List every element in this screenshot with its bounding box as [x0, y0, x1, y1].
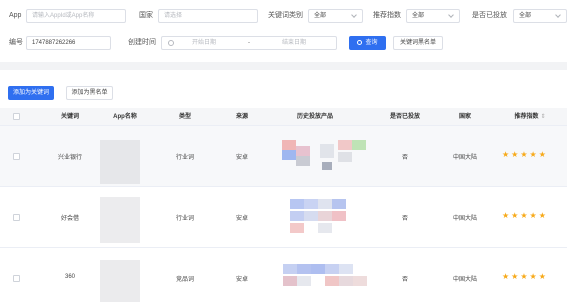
column-source: 来源	[235, 114, 248, 120]
id-label: 编号	[9, 39, 23, 46]
calendar-icon	[168, 40, 174, 46]
row-checkbox[interactable]	[13, 153, 20, 160]
cell-placed: 否	[401, 155, 408, 161]
cell-keyword: 兴业银行	[57, 155, 82, 161]
column-country: 国家	[458, 114, 471, 120]
cell-source: 安卓	[235, 155, 248, 161]
date-start-input[interactable]: 开始日期	[192, 37, 216, 49]
country-label: 国家	[139, 12, 153, 19]
app-name-blurred	[100, 197, 140, 243]
cell-country: 中国大陆	[452, 155, 477, 161]
cell-country: 中国大陆	[452, 216, 477, 222]
cell-keyword: 360	[64, 274, 75, 280]
cell-keyword: 好会借	[60, 216, 79, 222]
date-end-input[interactable]: 结束日期	[282, 37, 306, 49]
column-history-products: 历史投放产品	[296, 114, 333, 120]
cell-type: 行业词	[175, 216, 194, 222]
table-row[interactable]: 兴业银行 行业词 安卓 否 中国大陆 ★★★★★	[0, 126, 567, 187]
cell-type: 竞品词	[175, 277, 194, 283]
table-row[interactable]: 360 竞品词 安卓 否 中国大陆 ★★★★★	[0, 248, 567, 302]
cell-placed: 否	[401, 277, 408, 283]
history-products-pixelated	[282, 140, 377, 176]
add-keyword-button[interactable]: 添加为关键词	[8, 86, 54, 100]
select-all-checkbox[interactable]	[13, 113, 20, 120]
history-products-pixelated	[283, 264, 373, 302]
created-label: 创建时间	[128, 39, 156, 46]
blacklist-button[interactable]: 关键词黑名单	[393, 36, 443, 50]
app-search-input[interactable]: 请输入AppId或App名称	[26, 9, 126, 23]
column-placed: 是否已投放	[389, 114, 420, 120]
placed-value: 全部	[519, 13, 532, 19]
recommend-select[interactable]: 全部	[406, 9, 460, 23]
recommend-label: 推荐指数	[373, 12, 401, 19]
cell-placed: 否	[401, 216, 408, 222]
cell-source: 安卓	[235, 277, 248, 283]
sort-icon[interactable]: ⇕	[540, 108, 545, 126]
country-select[interactable]: 请选择	[158, 9, 258, 23]
query-button[interactable]: 查询	[349, 36, 386, 50]
query-button-label: 查询	[365, 40, 378, 46]
section-divider	[0, 62, 567, 70]
column-keyword: 关键词	[60, 114, 79, 120]
table-header: 关键词 App名称 类型 来源 历史投放产品 是否已投放 国家 推荐指数 ⇕	[0, 108, 567, 126]
rating-stars: ★★★★★	[502, 272, 548, 281]
rating-stars: ★★★★★	[502, 211, 548, 220]
chevron-down-icon	[351, 12, 357, 18]
keyword-type-label: 关键词类别	[268, 12, 303, 19]
date-range-picker[interactable]: 开始日期 - 结束日期	[161, 36, 337, 50]
chevron-down-icon	[448, 12, 454, 18]
chevron-down-icon	[555, 12, 561, 18]
cell-source: 安卓	[235, 216, 248, 222]
table-row[interactable]: 好会借 行业词 安卓 否 中国大陆 ★★★★★	[0, 187, 567, 248]
app-name-blurred	[100, 260, 140, 302]
date-separator: -	[248, 40, 250, 46]
column-recommend-label: 推荐指数	[514, 114, 539, 120]
app-name-blurred	[100, 140, 140, 184]
history-products-pixelated	[290, 199, 370, 239]
column-recommend-index[interactable]: 推荐指数 ⇕	[500, 108, 560, 126]
rating-stars: ★★★★★	[502, 150, 548, 159]
row-checkbox[interactable]	[13, 275, 20, 282]
page: App 请输入AppId或App名称 国家 请选择 关键词类别 全部 推荐指数 …	[0, 0, 567, 302]
id-input[interactable]: 1747887262266	[26, 36, 111, 50]
placed-label: 是否已投放	[472, 12, 507, 19]
placed-select[interactable]: 全部	[513, 9, 567, 23]
search-icon	[357, 40, 363, 45]
keyword-type-select[interactable]: 全部	[308, 9, 363, 23]
app-label: App	[9, 12, 22, 19]
keyword-type-value: 全部	[314, 13, 327, 19]
add-blacklist-button[interactable]: 添加为黑名单	[66, 86, 113, 100]
column-app-name: App名称	[113, 114, 137, 120]
row-checkbox[interactable]	[13, 214, 20, 221]
cell-type: 行业词	[175, 155, 194, 161]
column-type: 类型	[178, 114, 191, 120]
recommend-value: 全部	[412, 13, 425, 19]
cell-country: 中国大陆	[452, 277, 477, 283]
